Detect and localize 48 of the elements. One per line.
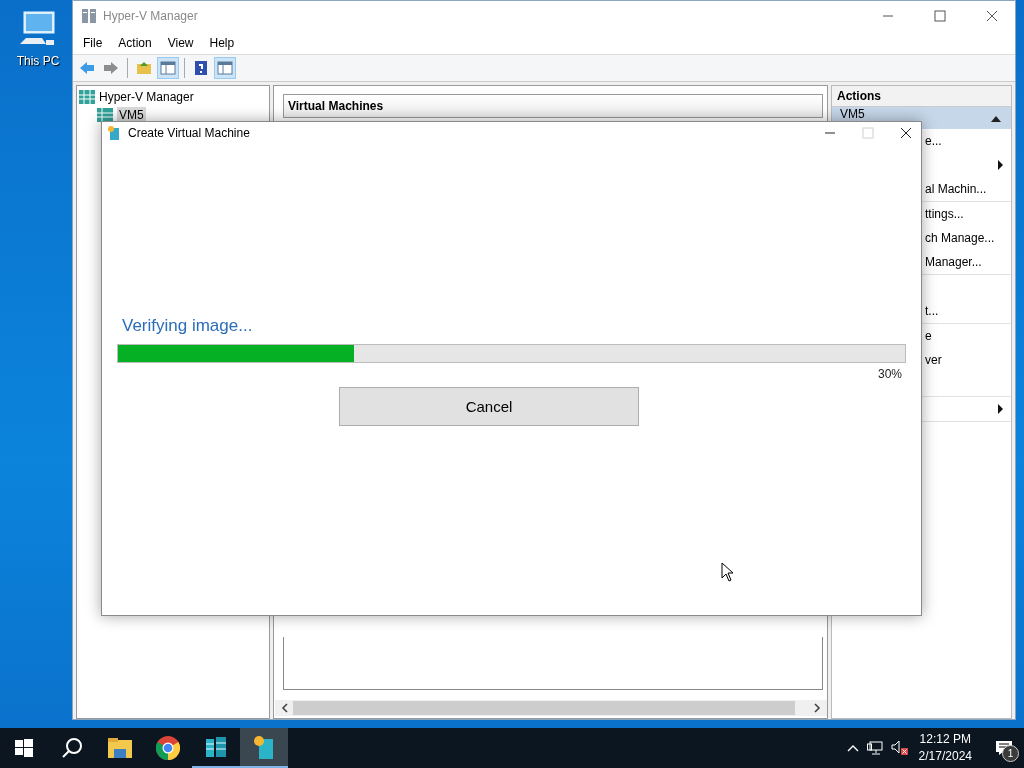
network-icon[interactable] <box>866 741 883 755</box>
progress-percent: 30% <box>877 367 902 381</box>
chevron-up-icon[interactable] <box>846 744 859 752</box>
menu-item[interactable]: File <box>75 35 111 50</box>
close-icon[interactable] <box>900 127 912 139</box>
clock-time[interactable]: 12:12 PM <box>919 731 971 748</box>
section-header: Virtual Machines <box>283 94 823 118</box>
dialog-title: Create Virtual Machine <box>128 126 250 140</box>
search-icon[interactable] <box>61 737 83 759</box>
windows-logo-icon[interactable] <box>15 739 33 757</box>
actions-pane-entry[interactable]: t... <box>925 304 939 318</box>
collapse-icon[interactable] <box>991 116 1001 122</box>
actions-pane-entry[interactable]: ttings... <box>925 207 964 221</box>
muted-speaker-icon[interactable] <box>890 740 909 756</box>
app-button[interactable] <box>240 728 288 768</box>
app-icon <box>108 126 120 140</box>
status-message: Verifying image... <box>121 316 254 336</box>
server-icon[interactable] <box>204 735 228 759</box>
cancel-button[interactable]: Cancel <box>339 387 639 426</box>
menu-item[interactable]: Help <box>201 35 243 50</box>
horizontal-scrollbar[interactable] <box>275 700 827 716</box>
actions-header: Actions <box>832 86 1011 107</box>
window-title: Hyper-V Manager <box>103 9 198 23</box>
app-icon[interactable] <box>253 735 275 759</box>
mouse-cursor-icon <box>721 562 734 582</box>
notification-button[interactable]: 1 <box>984 728 1024 768</box>
browser-icon[interactable] <box>156 736 180 760</box>
tree-item[interactable]: Hyper-V Manager <box>77 88 269 106</box>
actions-pane-entry[interactable]: e... <box>925 134 942 148</box>
scroll-left-icon[interactable] <box>281 703 289 713</box>
maximize-icon[interactable] <box>934 10 946 22</box>
close-icon[interactable] <box>986 10 998 22</box>
folder-icon[interactable] <box>108 738 132 758</box>
server-icon <box>79 90 95 104</box>
menu-item[interactable]: Action <box>110 35 160 50</box>
actions-pane-entry[interactable]: Manager... <box>925 255 982 269</box>
actions-pane-entry[interactable]: ver <box>925 353 942 367</box>
server-icon <box>81 8 97 24</box>
actions-pane-entry[interactable]: ch Manage... <box>925 231 995 245</box>
submenu-arrow-icon[interactable] <box>998 404 1003 414</box>
scroll-right-icon[interactable] <box>813 703 821 713</box>
actions-pane-entry[interactable]: al Machin... <box>925 182 987 196</box>
actions-pane-entry[interactable]: e <box>925 329 932 343</box>
menu-item[interactable]: View <box>159 35 202 50</box>
submenu-arrow-icon[interactable] <box>998 160 1003 170</box>
clock-date[interactable]: 2/17/2024 <box>918 748 972 765</box>
notification-count: 1 <box>1002 745 1019 762</box>
desktop-icon-label[interactable]: This PC <box>16 54 60 68</box>
